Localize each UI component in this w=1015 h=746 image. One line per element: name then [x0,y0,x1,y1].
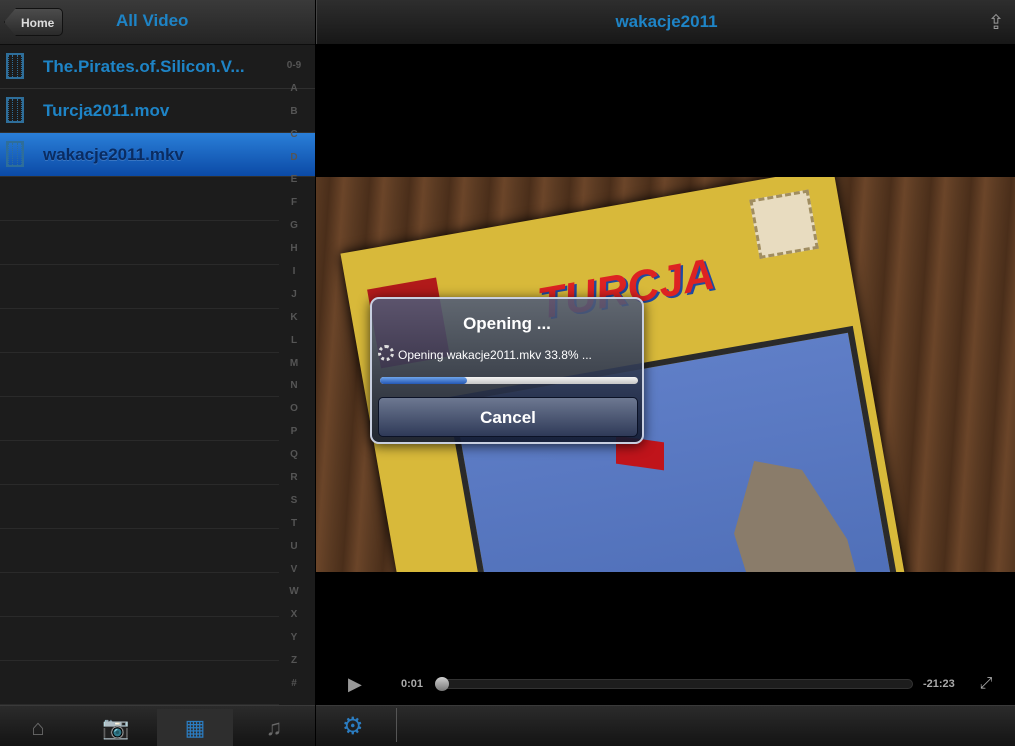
empty-row [0,661,279,705]
file-list: The.Pirates.of.Silicon.V... Turcja2011.m… [0,45,315,177]
index-letter[interactable]: X [279,609,309,632]
index-letter[interactable]: B [279,106,309,129]
empty-row [0,221,279,265]
empty-row [0,485,279,529]
time-current: 0:01 [401,678,424,690]
index-letter[interactable]: Z [279,655,309,678]
empty-row [0,617,279,661]
stamp-image [749,189,819,259]
index-letter[interactable]: S [279,495,309,518]
empty-row [0,353,279,397]
index-letter[interactable]: N [279,380,309,403]
file-name: The.Pirates.of.Silicon.V... [43,57,245,76]
list-item[interactable]: Turcja2011.mov [0,89,315,133]
index-letter[interactable]: T [279,518,309,541]
play-icon[interactable]: ▶ [348,675,366,693]
index-letter[interactable]: Q [279,449,309,472]
tab-home[interactable]: ⌂ [0,709,76,746]
empty-row [0,573,279,617]
tab-photos[interactable]: 📷 [78,709,154,746]
empty-row [0,309,279,353]
tab-videos[interactable]: ▦ [157,709,233,746]
opening-dialog: Opening ... Opening wakacje2011.mkv 33.8… [370,297,644,444]
film-icon [6,53,24,79]
index-letter[interactable]: L [279,335,309,358]
camera-icon: 📷 [102,714,130,740]
index-letter[interactable]: P [279,426,309,449]
alphabet-index[interactable]: 0-9 A B C D E F G H I J K L M N O P Q R S T U V W X Y Z # [279,60,309,701]
empty-row [0,265,279,309]
index-letter[interactable]: W [279,586,309,609]
list-item[interactable]: wakacje2011.mkv [0,133,315,177]
progress-fill [380,377,468,384]
empty-row [0,441,279,485]
left-header: Home All Video [0,0,315,45]
left-title: All Video [116,11,189,30]
share-icon[interactable]: ⇪ [984,10,1008,34]
scrubber-knob[interactable] [435,677,449,691]
empty-row [0,177,279,221]
index-letter[interactable]: F [279,197,309,220]
empty-row [0,529,279,573]
film-icon [6,141,24,167]
index-letter[interactable]: D [279,152,309,175]
index-letter[interactable]: # [279,678,309,701]
index-letter[interactable]: V [279,564,309,587]
empty-list-area [0,177,279,705]
file-name: Turcja2011.mov [43,101,170,120]
film-icon [6,97,24,123]
index-letter[interactable]: G [279,220,309,243]
index-letter[interactable]: U [279,541,309,564]
video-title: wakacje2011 [615,12,718,31]
gear-icon[interactable]: ⚙ [342,712,364,741]
index-letter[interactable]: I [279,266,309,289]
bottom-tab-bar: ⌂ 📷 ▦ ♫ [0,705,315,746]
time-remaining: -21:23 [923,678,955,690]
scrubber-track[interactable] [437,679,913,689]
home-icon: ⌂ [31,714,45,740]
index-letter[interactable]: J [279,289,309,312]
divider [396,708,397,742]
dialog-message: Opening wakacje2011.mkv 33.8% ... [398,348,592,362]
index-letter[interactable]: O [279,403,309,426]
index-letter[interactable]: C [279,129,309,152]
progress-bar [380,377,638,384]
home-button[interactable]: Home [4,8,64,36]
rock-image [709,446,867,572]
dialog-title: Opening ... [463,314,551,333]
index-letter[interactable]: A [279,83,309,106]
music-icon: ♫ [265,714,283,740]
index-letter[interactable]: E [279,174,309,197]
film-icon: ▦ [184,714,206,740]
index-letter[interactable]: M [279,358,309,381]
list-item[interactable]: The.Pirates.of.Silicon.V... [0,45,315,89]
spinner-icon [378,345,394,361]
fullscreen-icon[interactable]: ⤢ [977,675,995,693]
tab-music[interactable]: ♫ [236,709,312,746]
player-toolbar: ⚙ [316,705,1015,746]
index-letter[interactable]: K [279,312,309,335]
index-letter[interactable]: Y [279,632,309,655]
cancel-button[interactable]: Cancel [378,397,638,437]
file-name: wakacje2011.mkv [43,145,184,164]
index-letter[interactable]: 0-9 [279,60,309,83]
file-browser-panel: Home All Video The.Pirates.of.Silicon.V.… [0,0,315,746]
player-header: wakacje2011 ⇪ [316,0,1015,44]
index-letter[interactable]: H [279,243,309,266]
index-letter[interactable]: R [279,472,309,495]
empty-row [0,397,279,441]
